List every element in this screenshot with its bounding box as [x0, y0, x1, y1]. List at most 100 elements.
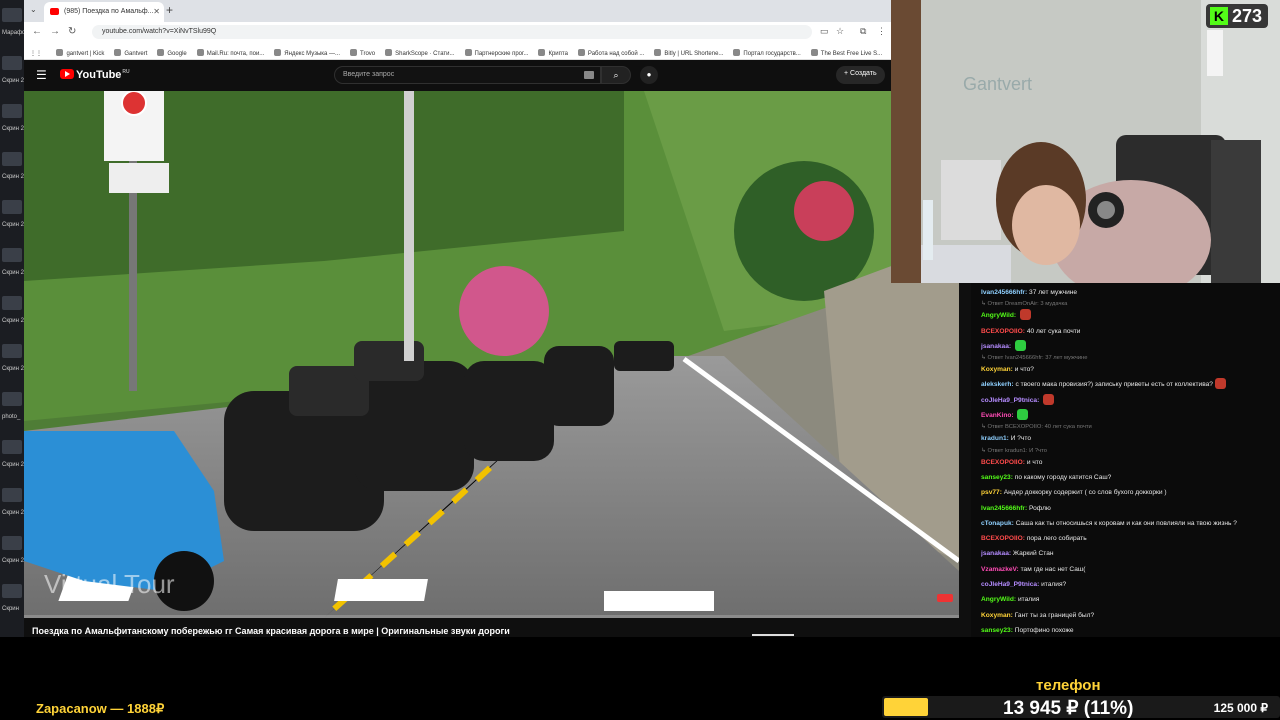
tab-title: (985) Поездка по Амальф...: [64, 8, 154, 15]
forward-icon[interactable]: →: [50, 26, 60, 37]
chat-message: AngryWild: италия: [981, 592, 1270, 607]
chat-username[interactable]: VzamazkeV:: [981, 566, 1019, 573]
chat-username[interactable]: Ivan245666hfr:: [981, 289, 1027, 296]
bookmark-favicon-icon: [114, 49, 122, 56]
chat-username[interactable]: jsanakaa:: [981, 343, 1011, 350]
chat-text: италия: [1017, 596, 1040, 604]
video-progress-bar[interactable]: [24, 615, 959, 618]
chat-username[interactable]: Ivan245666hfr:: [981, 505, 1027, 512]
create-button[interactable]: + Создать: [836, 66, 885, 84]
desktop-file-icon[interactable]: [2, 8, 22, 22]
bookmark-item[interactable]: Gantvert: [114, 49, 147, 57]
bookmark-label: Bitly | URL Shortene...: [664, 51, 724, 57]
chat-username[interactable]: coJIeHa9_P9tnica:: [981, 581, 1039, 588]
desktop-file-icon[interactable]: [2, 344, 22, 358]
chat-message: coJIeHa9_P9tnica:: [981, 393, 1270, 408]
close-icon[interactable]: ✕: [153, 7, 160, 16]
tab-search-icon[interactable]: ⌄: [30, 5, 37, 14]
tab-youtube[interactable]: (985) Поездка по Амальф... ✕: [44, 2, 164, 22]
apps-icon[interactable]: ⋮⋮: [30, 50, 42, 57]
chat-message: Koxyman: Гант ты за границей был?: [981, 608, 1270, 623]
desktop-file-icon[interactable]: [2, 392, 22, 406]
chat-username[interactable]: BCEXOPOIIO:: [981, 328, 1025, 335]
bookmark-item[interactable]: Google: [157, 49, 187, 57]
chat-username[interactable]: cTonapuk:: [981, 520, 1014, 527]
reload-icon[interactable]: ↻: [68, 26, 76, 37]
desktop-file-icon[interactable]: [2, 248, 22, 262]
desktop-file-icon[interactable]: [2, 536, 22, 550]
desktop-file-icon[interactable]: [2, 152, 22, 166]
chat-username[interactable]: coJIeHa9_P9tnica:: [981, 397, 1039, 404]
desktop-file-icon[interactable]: [2, 104, 22, 118]
chat-username[interactable]: EvanKino:: [981, 412, 1014, 419]
extensions-icon[interactable]: ⧉: [860, 26, 866, 37]
chat-text: и что: [1026, 458, 1043, 466]
chat-username[interactable]: jsanakaa:: [981, 550, 1011, 557]
chat-text: Рофлю: [1029, 504, 1051, 512]
desktop-file-icon[interactable]: [2, 56, 22, 70]
chat-username[interactable]: Koxyman:: [981, 366, 1013, 373]
youtube-logo[interactable]: YouTubeRU: [60, 69, 130, 81]
video-player[interactable]: Virtual Tour: [24, 91, 959, 618]
chat-username[interactable]: sansey23:: [981, 627, 1013, 634]
desktop-file-label: Марафо: [2, 30, 26, 36]
chat-message: Ivan245666hfr: 37 лет мужчине: [981, 285, 1270, 300]
chat-username[interactable]: Koxyman:: [981, 612, 1013, 619]
chat-username[interactable]: kradun1:: [981, 435, 1009, 442]
desktop-file-label: photo_: [2, 414, 21, 420]
chat-username[interactable]: BCEXOPOIIO:: [981, 535, 1025, 542]
chat-text: Портофино похоже: [1014, 626, 1074, 634]
address-bar[interactable]: youtube.com/watch?v=XiNvTSlu99Q: [92, 25, 812, 39]
chat-text: Андер доккорку содержит ( со слов бухого…: [1003, 489, 1167, 497]
bookmark-item[interactable]: Партнерские прог...: [464, 49, 528, 57]
mic-button[interactable]: ●: [640, 66, 658, 84]
desktop-file-icon[interactable]: [2, 296, 22, 310]
star-icon[interactable]: ☆: [836, 26, 844, 37]
bookmark-item[interactable]: Работа над собой ...: [577, 49, 644, 57]
bookmark-item[interactable]: Mail.Ru: почта, пои...: [196, 49, 264, 57]
bookmark-favicon-icon: [464, 49, 472, 56]
bookmark-item[interactable]: SharkScope · Стати...: [385, 49, 455, 57]
chat-username[interactable]: sansey23:: [981, 474, 1013, 481]
search-icon: ⌕: [613, 70, 619, 80]
goal-progress-fill: [884, 698, 928, 716]
bookmark-favicon-icon: [274, 49, 282, 56]
desktop-file-icon[interactable]: [2, 200, 22, 214]
chat-text: И ?что: [1010, 435, 1031, 443]
bookmark-item[interactable]: Портал государств...: [733, 49, 801, 57]
keyboard-icon[interactable]: [584, 71, 594, 79]
desktop-file-icon[interactable]: [2, 440, 22, 454]
bookmark-item[interactable]: gantvert | Kick: [56, 49, 104, 57]
chat-reply-context: ↳ Ответ kradun1: И ?что: [981, 447, 1047, 454]
chat-username[interactable]: alekskerh:: [981, 381, 1014, 388]
chat-username[interactable]: AngryWild:: [981, 596, 1016, 603]
bookmark-item[interactable]: Крипта: [538, 49, 568, 57]
bookmark-item[interactable]: Яндекс Музыка —...: [274, 49, 340, 57]
reply-text: Ответ BCEXOPOIIO: 40 лет сука почти: [987, 424, 1092, 431]
desktop-icons: Марафо Скрин 24-01- Скрин 24-01- Скрин 24-0…: [0, 0, 59, 640]
install-icon[interactable]: ▭: [820, 26, 829, 37]
chat-username[interactable]: BCEXOPOIIO:: [981, 459, 1025, 466]
new-tab-icon[interactable]: +: [166, 3, 173, 17]
chat-message: sansey23: Портофино похоже: [981, 623, 1270, 637]
bookmark-item[interactable]: The Best Free Live S...: [810, 49, 882, 57]
hamburger-menu-icon[interactable]: ☰: [36, 68, 47, 82]
desktop-file-icon[interactable]: [2, 488, 22, 502]
last-donation: Zapacanow — 1888₽: [36, 701, 165, 716]
search-input[interactable]: Введите запрос: [334, 66, 601, 84]
desktop-file-icon[interactable]: [2, 584, 22, 598]
back-icon[interactable]: ←: [32, 26, 42, 37]
youtube-header: ☰ YouTubeRU Введите запрос ⌕ ● + Создать: [24, 60, 891, 91]
chat-emote-icon: [1014, 339, 1026, 351]
bookmark-favicon-icon: [733, 49, 741, 56]
chat-username[interactable]: psv77:: [981, 489, 1002, 496]
search-button[interactable]: ⌕: [601, 66, 631, 84]
bookmark-item[interactable]: Trovo: [350, 49, 375, 57]
chat-message: VzamazkeV: там где нас нет Саш(: [981, 562, 1270, 577]
chat-text: италия?: [1041, 581, 1067, 589]
menu-dots-icon[interactable]: ⋮: [877, 26, 886, 37]
bookmark-item[interactable]: Bitly | URL Shortene...: [654, 49, 723, 57]
search-placeholder: Введите запрос: [343, 71, 395, 78]
chat-username[interactable]: AngryWild:: [981, 312, 1016, 319]
chat-text: пора лего собирать: [1026, 535, 1087, 543]
